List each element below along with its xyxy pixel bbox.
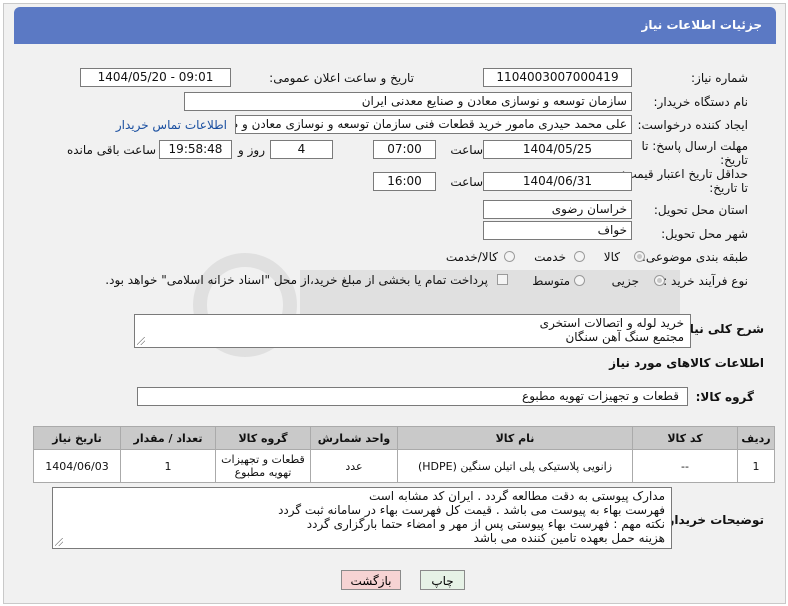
resize-grip-icon[interactable] [55,538,63,546]
col-quantity: تعداد / مقدار [120,426,216,450]
process-option-minor: جزیی [611,274,639,288]
cell-item-name: زانویی پلاستیکی پلی اتیلن سنگین (HDPE) [397,449,633,483]
announce-label: تاریخ و ساعت اعلان عمومی: [269,71,414,85]
treasury-payment-checkbox[interactable] [497,274,508,285]
remaining-time-field[interactable]: 19:58:48 [159,140,232,159]
cell-row-number: 1 [737,449,775,483]
category-radio-goods-service[interactable] [504,251,515,262]
goods-group-label: گروه کالا: [695,390,754,404]
table-row[interactable]: 1 -- زانویی پلاستیکی پلی اتیلن سنگین (HD… [33,449,775,483]
buyer-note-line-2: فهرست بهاء به پیوست می باشد . قیمت کل فه… [278,503,665,517]
col-item-name: نام کالا [397,426,633,450]
back-button[interactable]: بازگشت [341,570,401,590]
col-item-code: کد کالا [632,426,738,450]
category-radio-service[interactable] [574,251,585,262]
validity-label-line1: حداقل تاریخ اعتبار قیمت: [621,167,748,181]
deadline-time-label: ساعت [450,143,483,157]
col-item-group: گروه کالا [215,426,311,450]
validity-time-field[interactable]: 16:00 [373,172,436,191]
deadline-label-line1: مهلت ارسال پاسخ: تا [641,139,748,153]
validity-label-line2: تا تاریخ: [709,181,748,195]
process-radio-minor[interactable] [654,275,665,286]
page-title: جزئیات اطلاعات نیاز [14,7,776,44]
process-label: نوع فرآیند خرید : [663,274,748,288]
buyer-org-field[interactable]: سازمان توسعه و نوسازی معادن و صنایع معدن… [184,92,632,111]
buyer-org-label: نام دستگاه خریدار: [653,95,749,109]
process-option-medium: متوسط [532,274,570,288]
creator-field[interactable]: علی محمد حیدری مامور خرید قطعات فنی سازم… [235,115,632,134]
deadline-date-field[interactable]: 1404/05/25 [483,140,632,159]
creator-label: ایجاد کننده درخواست: [637,118,748,132]
summary-line-2: مجتمع سنگ آهن سنگان [565,330,684,344]
announce-datetime-field[interactable]: 1404/05/20 - 09:01 [80,68,231,87]
cell-quantity: 1 [120,449,216,483]
province-field[interactable]: خراسان رضوی [483,200,632,219]
province-label: استان محل تحویل: [653,203,748,217]
validity-time-label: ساعت [450,175,483,189]
goods-group-field[interactable]: قطعات و تجهیزات تهویه مطبوع [137,387,688,406]
buyer-notes-label: توضیحات خریدار: [662,513,764,527]
cell-item-group: قطعات و تجهیزات تهویه مطبوع [215,449,311,483]
payment-note: پرداخت تمام یا بخشی از مبلغ خرید،از محل … [105,273,488,287]
table-header-row: ردیف کد کالا نام کالا واحد شمارش گروه کا… [33,426,775,450]
goods-table: ردیف کد کالا نام کالا واحد شمارش گروه کا… [33,426,775,483]
buyer-note-line-3: نکته مهم : فهرست بهاء پیوستی پس از مهر و… [306,517,665,531]
summary-textarea[interactable]: خرید لوله و اتصالات استخری مجتمع سنگ آهن… [134,314,691,348]
category-label: طبقه بندی موضوعی: [641,250,748,264]
buyer-note-line-4: هزینه حمل بعهده تامین کننده می باشد [473,531,665,545]
cell-unit: عدد [310,449,398,483]
category-radio-goods[interactable] [634,251,645,262]
deadline-time-field[interactable]: 07:00 [373,140,436,159]
buyer-notes-textarea[interactable]: مدارک پیوستی به دقت مطالعه گردد . ایران … [52,487,672,549]
col-row-number: ردیف [737,426,775,450]
summary-line-1: خرید لوله و اتصالات استخری [539,316,684,330]
need-number-label: شماره نیاز: [691,71,748,85]
goods-info-heading: اطلاعات کالاهای مورد نیاز [609,356,764,370]
validity-date-field[interactable]: 1404/06/31 [483,172,632,191]
need-number-field[interactable]: 1104003007000419 [483,68,632,87]
days-label: روز و [238,143,265,157]
category-option-goods-service: کالا/خدمت [445,250,498,264]
city-label: شهر محل تحویل: [661,227,748,241]
category-option-goods: کالا [603,250,620,264]
col-unit: واحد شمارش [310,426,398,450]
days-remaining-field[interactable]: 4 [270,140,333,159]
col-need-date: تاریخ نیاز [33,426,121,450]
print-button[interactable]: چاپ [420,570,465,590]
city-field[interactable]: خواف [483,221,632,240]
deadline-label-line2: تاریخ: [720,153,748,167]
remaining-time-label: ساعت باقی مانده [66,143,156,157]
cell-item-code: -- [632,449,738,483]
process-radio-medium[interactable] [574,275,585,286]
category-option-service: خدمت [534,250,566,264]
cell-need-date: 1404/06/03 [33,449,121,483]
contact-buyer-link[interactable]: اطلاعات تماس خریدار [116,118,227,132]
buyer-note-line-1: مدارک پیوستی به دقت مطالعه گردد . ایران … [368,489,665,503]
resize-grip-icon[interactable] [137,337,145,345]
